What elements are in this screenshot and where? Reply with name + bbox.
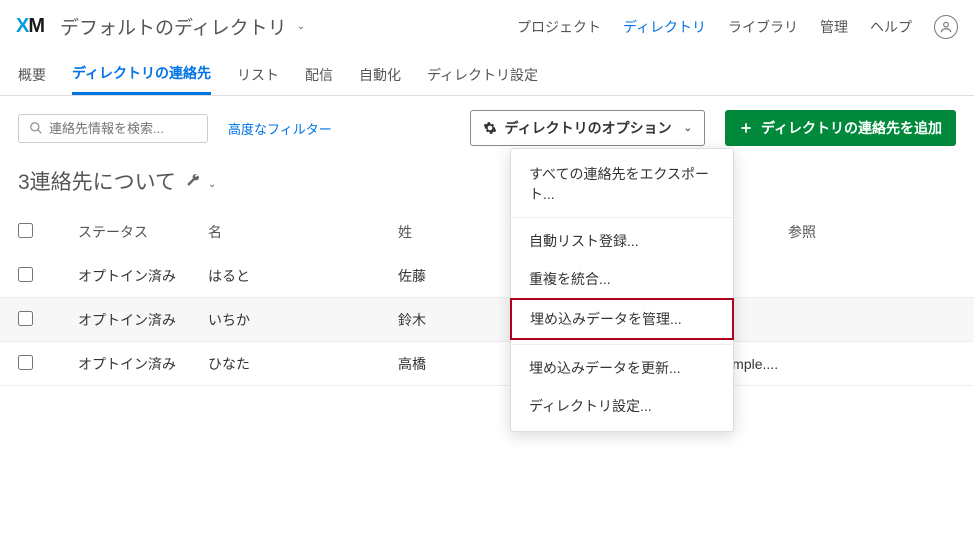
logo-m: M (28, 15, 44, 38)
advanced-filter-link[interactable]: 高度なフィルター (228, 119, 332, 138)
select-all-checkbox[interactable] (18, 223, 33, 238)
subheader: 3連絡先について ⌄ (0, 160, 974, 210)
search-input[interactable] (49, 121, 197, 136)
logo-x: X (16, 15, 28, 38)
tabs-bar: 概要 ディレクトリの連絡先 リスト 配信 自動化 ディレクトリ設定 (0, 54, 974, 96)
dd-directory-settings[interactable]: ディレクトリ設定... (511, 387, 733, 425)
options-label: ディレクトリのオプション (505, 118, 672, 138)
dd-auto-list[interactable]: 自動リスト登録... (511, 222, 733, 260)
contacts-table: ステータス 名 姓 参照 オプトイン済み はると 佐藤 オプトイン済み いちか … (0, 210, 974, 386)
dd-manage-embedded-data[interactable]: 埋め込みデータを管理... (510, 298, 734, 340)
chevron-down-icon: ⌄ (208, 179, 216, 190)
table-row[interactable]: オプトイン済み いちか 鈴木 om (0, 298, 974, 342)
contact-count-title: 3連絡先について (18, 166, 176, 196)
nav-admin[interactable]: 管理 (820, 17, 848, 37)
tab-settings[interactable]: ディレクトリ設定 (427, 54, 538, 95)
row-checkbox[interactable] (18, 311, 33, 326)
cell-first: ひなた (208, 354, 398, 374)
search-box[interactable] (18, 114, 208, 143)
nav-right: プロジェクト ディレクトリ ライブラリ 管理 ヘルプ (517, 15, 958, 39)
user-avatar-icon[interactable] (934, 15, 958, 39)
table-header: ステータス 名 姓 参照 (0, 210, 974, 254)
row-checkbox[interactable] (18, 355, 33, 370)
cell-first: いちか (208, 310, 398, 330)
nav-library[interactable]: ライブラリ (728, 17, 798, 37)
table-row[interactable]: オプトイン済み はると 佐藤 (0, 254, 974, 298)
wrench-icon (186, 173, 200, 187)
top-bar: XM デフォルトのディレクトリ ⌄ プロジェクト ディレクトリ ライブラリ 管理… (0, 0, 974, 54)
tab-distribution[interactable]: 配信 (305, 54, 333, 95)
toolbar: 高度なフィルター ディレクトリのオプション ⌄ ディレクトリの連絡先を追加 すべ… (0, 96, 974, 160)
directory-options-dropdown: すべての連絡先をエクスポート... 自動リスト登録... 重複を統合... 埋め… (510, 148, 734, 432)
row-checkbox[interactable] (18, 267, 33, 282)
tab-contacts[interactable]: ディレクトリの連絡先 (72, 54, 211, 95)
col-first-name: 名 (208, 222, 398, 242)
cell-status: オプトイン済み (78, 310, 208, 330)
tab-overview[interactable]: 概要 (18, 54, 46, 95)
plus-icon (739, 121, 753, 135)
chevron-down-icon: ⌄ (297, 21, 305, 32)
add-label: ディレクトリの連絡先を追加 (761, 118, 942, 138)
col-status: ステータス (78, 222, 208, 242)
directory-options-button[interactable]: ディレクトリのオプション ⌄ (470, 110, 705, 146)
cell-first: はると (208, 266, 398, 286)
add-contact-button[interactable]: ディレクトリの連絡先を追加 (725, 110, 956, 146)
search-icon (29, 121, 43, 135)
cell-status: オプトイン済み (78, 266, 208, 286)
directory-title: デフォルトのディレクトリ (60, 13, 287, 40)
dd-merge-duplicates[interactable]: 重複を統合... (511, 260, 733, 298)
logo[interactable]: XM (16, 15, 44, 38)
dd-update-embedded-data[interactable]: 埋め込みデータを更新... (511, 349, 733, 387)
nav-help[interactable]: ヘルプ (870, 17, 912, 37)
tab-automation[interactable]: 自動化 (359, 54, 401, 95)
col-reference: 参照 (788, 222, 908, 242)
nav-directory[interactable]: ディレクトリ (623, 17, 706, 37)
gear-icon (483, 121, 497, 135)
table-row[interactable]: オプトイン済み ひなた 高橋 Hinata.Takahashi@example.… (0, 342, 974, 386)
dd-export-contacts[interactable]: すべての連絡先をエクスポート... (511, 155, 733, 213)
nav-projects[interactable]: プロジェクト (517, 17, 601, 37)
chevron-down-icon: ⌄ (684, 123, 692, 134)
tools-button[interactable]: ⌄ (186, 173, 216, 190)
cell-status: オプトイン済み (78, 354, 208, 374)
directory-selector[interactable]: デフォルトのディレクトリ ⌄ (60, 13, 305, 40)
tab-lists[interactable]: リスト (237, 54, 279, 95)
